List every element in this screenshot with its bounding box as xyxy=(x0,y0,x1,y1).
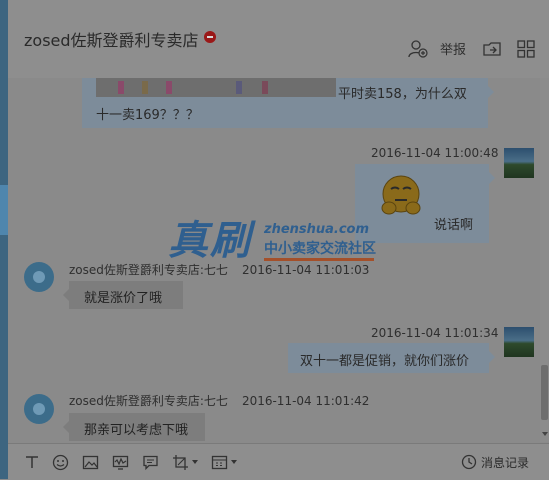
screenshot-icon[interactable] xyxy=(172,453,198,471)
customer-avatar xyxy=(504,327,534,357)
share-icon[interactable] xyxy=(482,39,502,59)
sender-name: zosed佐斯登爵利专卖店:七七 xyxy=(69,394,228,408)
shop-title: zosed佐斯登爵利专卖店 xyxy=(24,31,199,50)
status-busy-icon xyxy=(204,31,216,43)
message-time: 2016-11-04 11:00:48 xyxy=(371,146,499,160)
message-text: 说话啊 xyxy=(434,218,474,233)
message-meta: zosed佐斯登爵利专卖店:七七 2016-11-04 11:01:42 xyxy=(69,392,369,409)
font-icon[interactable] xyxy=(24,453,40,471)
message-meta: zosed佐斯登爵利专卖店:七七 2016-11-04 11:01:03 xyxy=(69,261,369,278)
history-label: 消息记录 xyxy=(481,455,530,470)
message-time: 2016-11-04 11:01:42 xyxy=(241,394,370,408)
chat-header: zosed佐斯登爵利专卖店 举报 xyxy=(8,0,549,79)
emoji-sticker-icon xyxy=(381,175,421,215)
shake-icon[interactable] xyxy=(112,453,129,471)
emoji-icon[interactable] xyxy=(52,453,69,471)
screenshot-dropdown-icon[interactable] xyxy=(192,460,198,464)
left-window-strip xyxy=(0,0,8,479)
input-toolbar: 消息记录 xyxy=(8,443,549,480)
person-add-icon[interactable] xyxy=(408,39,428,59)
shop-avatar xyxy=(24,262,54,292)
message-time: 2016-11-04 11:01:34 xyxy=(371,326,499,340)
message-text: 那亲可以考虑下哦 xyxy=(84,423,189,438)
message-text: 平时卖158，为什么双十一卖169？？？ xyxy=(96,87,467,123)
shop-avatar xyxy=(24,394,54,424)
shop-bubble: 那亲可以考虑下哦 xyxy=(63,413,205,441)
message-text: 双十一都是促销，就你们涨价 xyxy=(300,354,470,369)
customer-bubble: 说话啊 xyxy=(355,164,495,243)
shop-bubble: 就是涨价了哦 xyxy=(63,281,183,309)
customer-bubble: 双十一都是促销，就你们涨价 xyxy=(288,343,495,373)
clock-icon xyxy=(461,454,477,470)
customer-avatar xyxy=(504,148,534,178)
card-icon[interactable] xyxy=(211,453,237,471)
customer-bubble: 平时卖158，为什么双十一卖169？？？ xyxy=(82,78,494,128)
chat-area[interactable]: 平时卖158，为什么双十一卖169？？？ 2016-11-04 11:00:48… xyxy=(8,78,540,442)
quick-reply-icon[interactable] xyxy=(142,453,159,471)
message-time: 2016-11-04 11:01:03 xyxy=(241,263,370,277)
card-dropdown-icon[interactable] xyxy=(231,460,237,464)
left-strip-marker xyxy=(0,185,8,235)
message-text: 就是涨价了哦 xyxy=(84,291,163,306)
image-icon[interactable] xyxy=(82,453,99,471)
report-button[interactable]: 举报 xyxy=(440,39,466,58)
history-button[interactable]: 消息记录 xyxy=(461,453,529,471)
scroll-down-arrow-icon[interactable] xyxy=(542,432,548,436)
grid-icon[interactable] xyxy=(516,39,536,59)
sender-name: zosed佐斯登爵利专卖店:七七 xyxy=(69,263,228,277)
scrollbar-thumb[interactable] xyxy=(541,365,548,420)
